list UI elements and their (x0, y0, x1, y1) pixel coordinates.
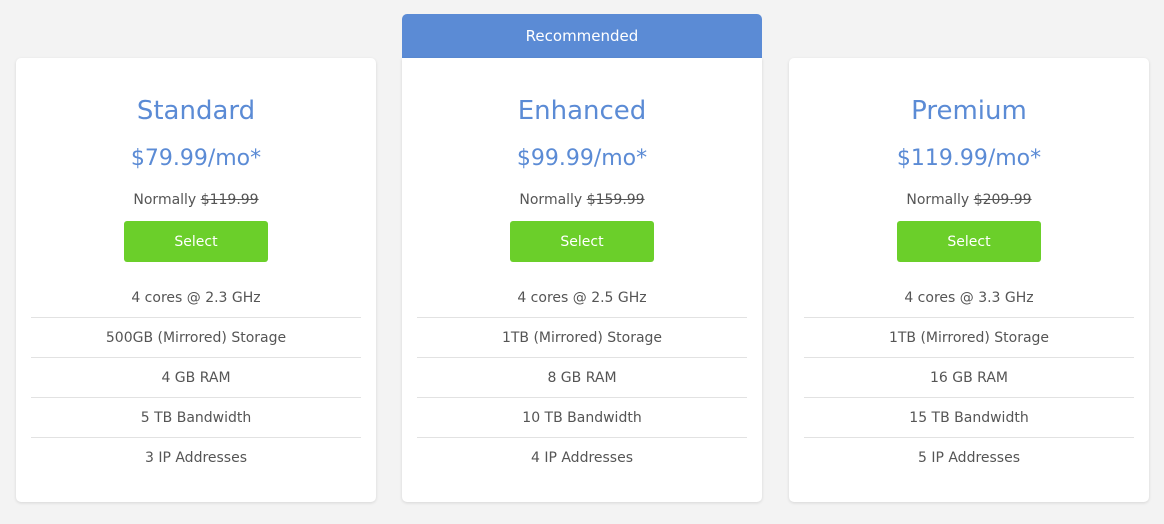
plan-name: Premium (911, 96, 1027, 126)
feature-list: 4 cores @ 3.3 GHz 1TB (Mirrored) Storage… (804, 278, 1134, 478)
plan-card-premium: Premium $119.99/mo* Normally $209.99 Sel… (789, 58, 1149, 502)
feature-item: 5 IP Addresses (917, 450, 1021, 466)
feature-item: 16 GB RAM (804, 358, 1134, 398)
feature-item: 10 TB Bandwidth (417, 398, 747, 438)
plan-price: $119.99/mo* (896, 146, 1042, 171)
normal-price-line: Normally $209.99 (789, 192, 1149, 208)
plan-card-enhanced: Enhanced $99.99/mo* Normally $159.99 Sel… (402, 58, 762, 502)
pricing-page: Recommended Standard $79.99/mo* Normally… (0, 0, 1164, 524)
feature-list: 4 cores @ 2.3 GHz 500GB (Mirrored) Stora… (31, 278, 361, 478)
feature-list: 4 cores @ 2.5 GHz 1TB (Mirrored) Storage… (417, 278, 747, 478)
feature-item: 15 TB Bandwidth (804, 398, 1134, 438)
normally-label: Normally (906, 192, 970, 208)
feature-item: 4 GB RAM (31, 358, 361, 398)
feature-item: 1TB (Mirrored) Storage (804, 318, 1134, 358)
feature-item: 1TB (Mirrored) Storage (417, 318, 747, 358)
feature-item: 5 TB Bandwidth (31, 398, 361, 438)
plan-name: Standard (136, 96, 256, 126)
normally-label: Normally (519, 192, 583, 208)
plan-card-standard: Standard $79.99/mo* Normally $119.99 Sel… (16, 58, 376, 502)
feature-item: 4 cores @ 3.3 GHz (804, 278, 1134, 318)
feature-item: 8 GB RAM (417, 358, 747, 398)
plan-name: Enhanced (517, 96, 647, 126)
normal-price-line: Normally $159.99 (402, 192, 762, 208)
normal-price-line: Normally $119.99 (16, 192, 376, 208)
feature-item: 4 cores @ 2.3 GHz (31, 278, 361, 318)
normally-label: Normally (133, 192, 197, 208)
plan-price: $79.99/mo* (130, 146, 262, 171)
feature-item: 4 cores @ 2.5 GHz (417, 278, 747, 318)
normal-price: $119.99 (200, 192, 259, 208)
plan-price: $99.99/mo* (516, 146, 648, 171)
feature-item: 3 IP Addresses (144, 450, 248, 466)
recommended-ribbon: Recommended (402, 14, 762, 58)
select-button-premium[interactable]: Select (897, 221, 1041, 262)
normal-price: $159.99 (586, 192, 645, 208)
feature-item: 500GB (Mirrored) Storage (31, 318, 361, 358)
normal-price: $209.99 (973, 192, 1032, 208)
select-button-enhanced[interactable]: Select (510, 221, 654, 262)
feature-item: 4 IP Addresses (530, 450, 634, 466)
select-button-standard[interactable]: Select (124, 221, 268, 262)
